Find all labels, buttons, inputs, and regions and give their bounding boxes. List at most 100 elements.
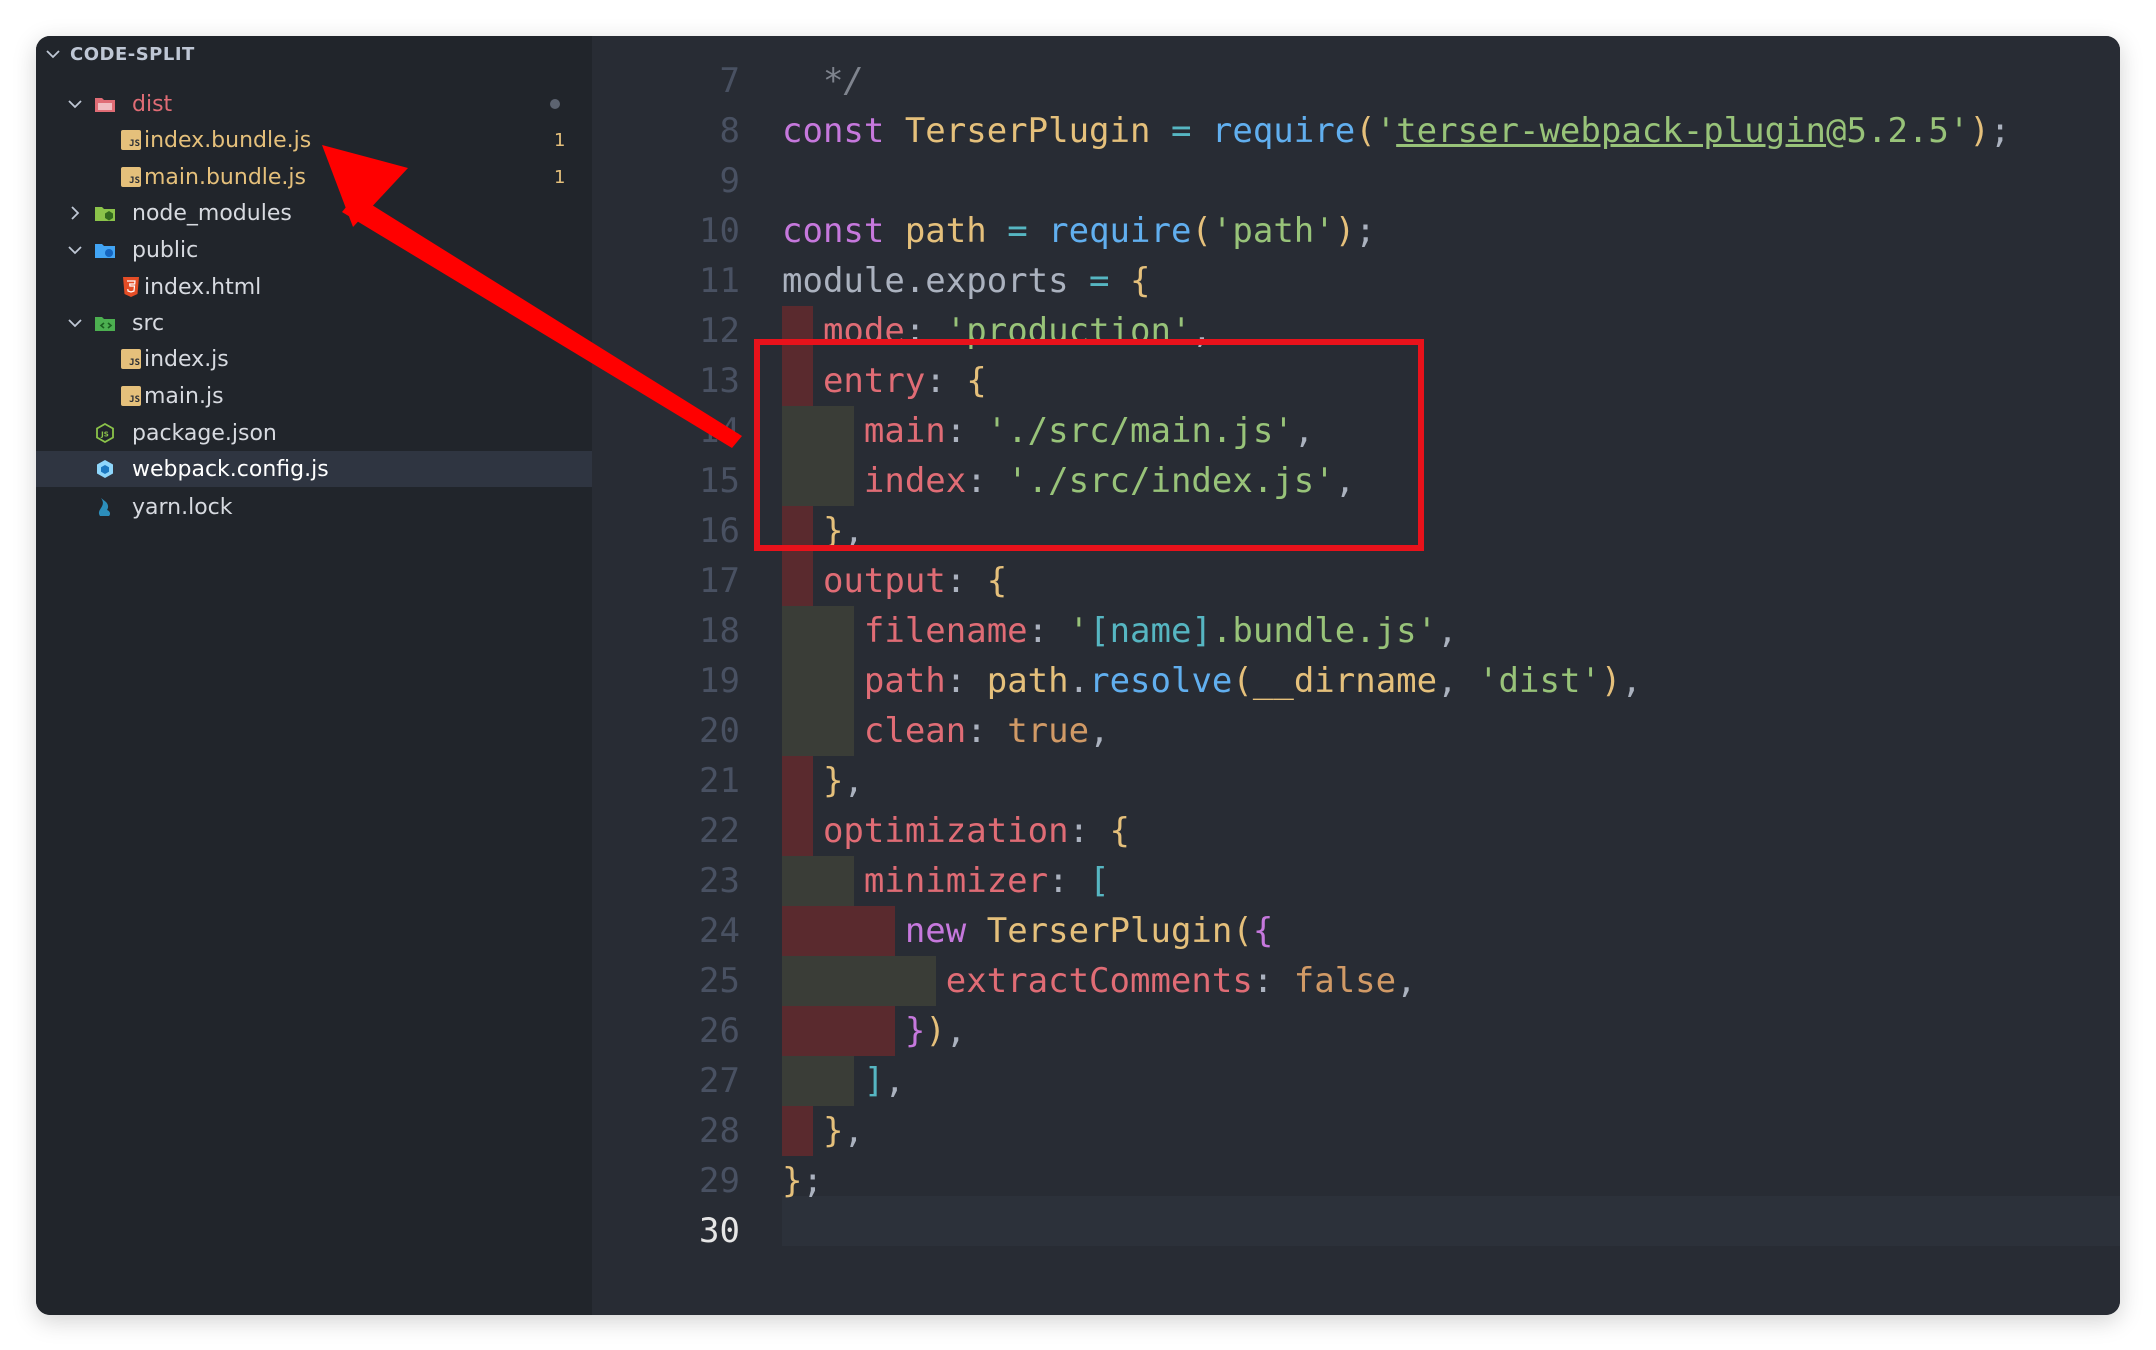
code-token: */ — [782, 61, 864, 101]
code-line[interactable]: const path = require('path'); — [782, 206, 1376, 256]
code-line[interactable]: */ — [782, 56, 864, 106]
code-line[interactable]: mode: 'production', — [782, 306, 1212, 356]
code-token: ) — [1334, 211, 1356, 251]
problem-count-badge: 1 — [554, 166, 566, 188]
code-token: .bundle.js' — [1211, 611, 1438, 651]
code-token: , — [945, 1011, 967, 1051]
folder-src[interactable]: src — [36, 305, 592, 341]
file-index-js[interactable]: JS index.js — [36, 341, 592, 377]
code-token: false — [1293, 961, 1397, 1001]
folder-dist[interactable]: dist — [36, 86, 592, 122]
code-line[interactable]: }), — [782, 1006, 966, 1056]
code-token: './src/index.js' — [1007, 461, 1335, 501]
tree-label: public — [132, 237, 199, 263]
code-line[interactable]: }, — [782, 506, 864, 556]
line-number: 20 — [699, 711, 740, 751]
code-line[interactable]: }, — [782, 1106, 864, 1156]
code-line[interactable]: new TerserPlugin({ — [782, 906, 1274, 956]
code-token: mode — [822, 311, 905, 351]
line-number: 18 — [699, 611, 740, 651]
code-token: output — [822, 561, 946, 601]
code-line[interactable]: main: './src/main.js', — [782, 406, 1314, 456]
code-line[interactable]: extractComments: false, — [782, 956, 1417, 1006]
code-line[interactable]: minimizer: [ — [782, 856, 1110, 906]
code-token: : — [966, 461, 1008, 501]
code-line[interactable]: path: path.resolve(__dirname, 'dist'), — [782, 656, 1642, 706]
file-webpack-config-js[interactable]: webpack.config.js — [36, 451, 592, 487]
tree-label: node_modules — [132, 200, 292, 226]
code-token: ' — [1375, 111, 1397, 151]
webpack-icon — [94, 458, 116, 480]
file-package-json[interactable]: JS package.json — [36, 415, 592, 451]
code-token: ( — [1191, 211, 1212, 251]
folder-public[interactable]: public — [36, 232, 592, 268]
code-token: } — [782, 1161, 803, 1201]
code-token: } — [822, 511, 844, 551]
file-yarn-lock[interactable]: yarn.lock — [36, 489, 592, 525]
code-token: , — [1334, 461, 1356, 501]
tree-label: index.js — [144, 346, 229, 372]
public-folder-icon — [94, 239, 116, 261]
code-token: } — [904, 1011, 926, 1051]
code-token: module.exports — [782, 261, 1090, 301]
code-token: { — [1252, 911, 1274, 951]
code-line[interactable]: module.exports = { — [782, 256, 1151, 306]
html5-icon — [120, 276, 142, 298]
code-token: path — [863, 661, 946, 701]
code-line[interactable]: output: { — [782, 556, 1007, 606]
file-main-bundle-js[interactable]: JS main.bundle.js 1 — [36, 159, 592, 195]
code-line[interactable]: entry: { — [782, 356, 987, 406]
code-token: path — [986, 661, 1069, 701]
code-line[interactable]: ], — [782, 1056, 905, 1106]
code-line[interactable]: optimization: { — [782, 806, 1130, 856]
code-token: clean — [863, 711, 967, 751]
code-editor[interactable]: 7 */8 const TerserPlugin = require('terse… — [592, 36, 2120, 1315]
line-number: 28 — [699, 1111, 740, 1151]
line-number: 27 — [699, 1061, 740, 1101]
code-line[interactable]: const TerserPlugin = require('terser-web… — [782, 106, 2031, 156]
file-index-bundle-js[interactable]: JS index.bundle.js 1 — [36, 122, 592, 158]
line-number: 17 — [699, 561, 740, 601]
code-line[interactable]: }, — [782, 756, 864, 806]
code-token: require — [1048, 211, 1192, 251]
code-token: require — [1211, 111, 1356, 151]
line-number: 12 — [699, 311, 740, 351]
line-number: 16 — [699, 511, 740, 551]
js-file-icon: JS — [120, 385, 142, 407]
code-line[interactable]: }; — [782, 1156, 823, 1206]
file-index-html[interactable]: index.html — [36, 269, 592, 305]
code-token: 'dist' — [1478, 661, 1601, 701]
line-number: 10 — [699, 211, 740, 251]
code-token: __dirname — [1252, 661, 1438, 701]
line-number: 11 — [699, 261, 740, 301]
code-line[interactable]: clean: true, — [782, 706, 1110, 756]
code-token: ( — [1232, 661, 1253, 701]
code-token: optimization — [822, 811, 1069, 851]
code-token: : — [925, 361, 967, 401]
code-token: { — [1130, 261, 1151, 301]
file-main-js[interactable]: JS main.js — [36, 378, 592, 414]
line-number: 26 — [699, 1011, 740, 1051]
folder-node-modules[interactable]: node_modules — [36, 195, 592, 231]
code-token: , — [1437, 661, 1479, 701]
code-line[interactable]: filename: '[name].bundle.js', — [782, 606, 1458, 656]
line-number: 23 — [699, 861, 740, 901]
src-folder-icon — [94, 312, 116, 334]
code-line[interactable]: index: './src/index.js', — [782, 456, 1355, 506]
line-number: 8 — [719, 111, 740, 151]
code-token: = — [1150, 111, 1212, 151]
code-token: } — [822, 1111, 844, 1151]
code-token: , — [884, 1061, 905, 1101]
explorer-header[interactable]: CODE-SPLIT — [36, 36, 592, 72]
code-token: : — [1252, 961, 1294, 1001]
code-token: : — [904, 311, 946, 351]
code-token: ( — [1232, 911, 1253, 951]
js-file-icon: JS — [120, 129, 142, 151]
code-token: filename — [863, 611, 1028, 651]
code-token: ] — [863, 1061, 885, 1101]
